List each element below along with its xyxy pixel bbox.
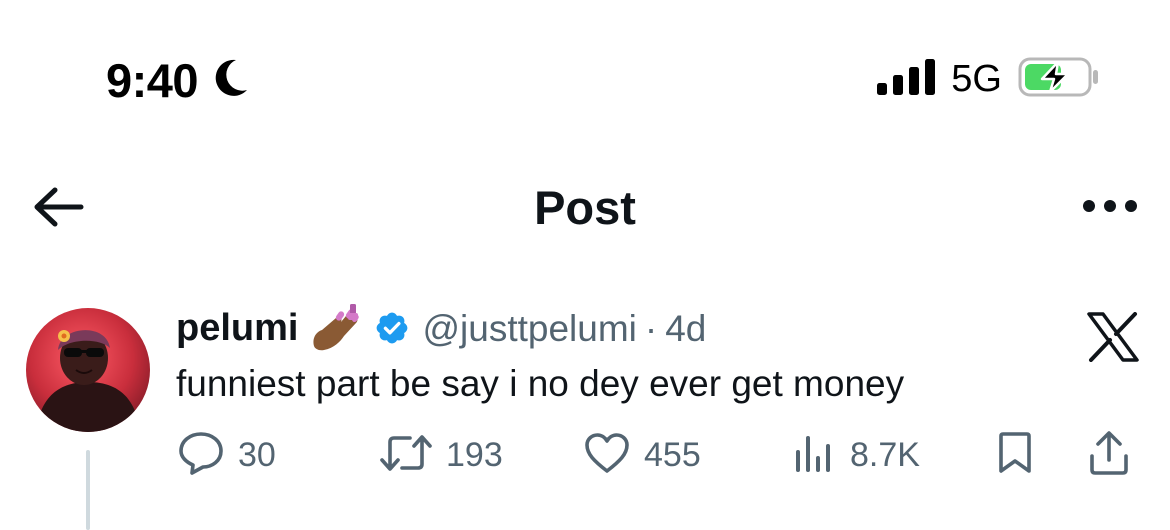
views-chart-icon [792, 432, 836, 479]
share-icon [1088, 430, 1130, 481]
verified-badge-icon [374, 310, 410, 346]
display-name[interactable]: pelumi [176, 309, 298, 347]
more-horizontal-icon [1082, 199, 1138, 218]
reply-icon [178, 431, 224, 480]
repost-button[interactable]: 193 [380, 430, 503, 480]
post-header: Post [0, 170, 1170, 246]
cellular-signal-icon [877, 58, 936, 100]
nail-polish-emoji [310, 304, 360, 352]
battery-charging-icon [1018, 57, 1100, 102]
user-handle[interactable]: @justtpelumi [422, 310, 636, 347]
heart-icon [584, 432, 630, 479]
repost-count: 193 [446, 436, 503, 474]
status-bar-left: 9:40 [106, 52, 250, 108]
views-count: 8.7K [850, 436, 920, 474]
page-title: Post [534, 181, 636, 234]
more-options-button[interactable] [1080, 188, 1140, 228]
tweet[interactable]: pelumi @justtpelumi · 4d funniest part b… [0, 290, 1170, 530]
repost-icon [380, 432, 432, 479]
views-button[interactable]: 8.7K [792, 430, 920, 480]
avatar[interactable] [26, 308, 150, 432]
status-time: 9:40 [106, 53, 199, 107]
tweet-text: funniest part be say i no dey ever get m… [176, 363, 905, 404]
network-type: 5G [951, 58, 1002, 100]
status-bar-right: 5G [877, 56, 1100, 102]
moon-icon [212, 56, 250, 105]
tweet-actions: 30 193 455 8.7K [0, 430, 1170, 480]
share-button[interactable] [1088, 430, 1130, 480]
like-button[interactable]: 455 [584, 430, 701, 480]
reply-button[interactable]: 30 [178, 430, 276, 480]
x-logo-icon [1086, 312, 1140, 362]
tweet-author-row: pelumi @justtpelumi · 4d [176, 304, 706, 352]
bookmark-icon [996, 431, 1034, 480]
post-timestamp[interactable]: 4d [665, 310, 706, 347]
like-count: 455 [644, 436, 701, 474]
bookmark-button[interactable] [996, 430, 1034, 480]
reply-count: 30 [238, 436, 276, 474]
separator-dot: · [644, 307, 658, 349]
